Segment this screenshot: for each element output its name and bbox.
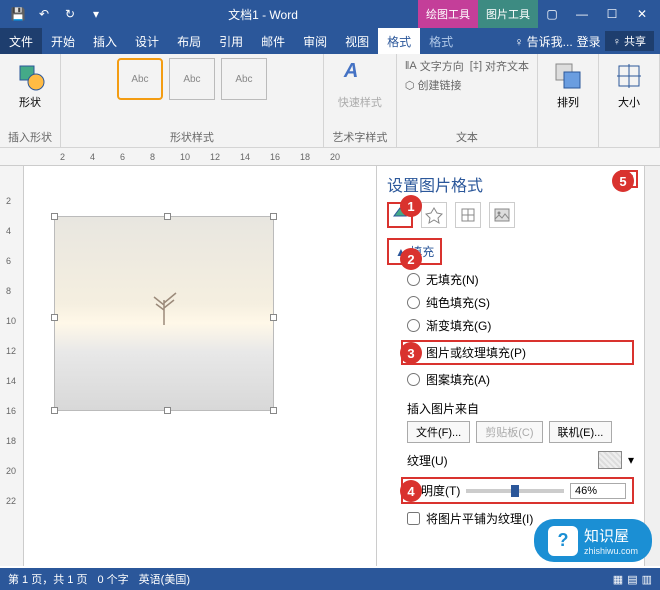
format-picture-pane: 设置图片格式 ✕ ▲ 填充 无填充(N) 纯色填充(S) 渐变填充(G) 图片或… <box>376 166 644 566</box>
transparency-row: 透明度(T) <box>401 477 634 504</box>
tab-insert[interactable]: 插入 <box>84 28 126 54</box>
tab-file[interactable]: 文件 <box>0 28 42 54</box>
tab-home[interactable]: 开始 <box>42 28 84 54</box>
ribbon-group-size: 大小 <box>599 54 660 147</box>
quick-access-toolbar: 💾 ↶ ↻ ▾ <box>0 3 108 25</box>
view-print-icon[interactable]: ▤ <box>627 573 637 586</box>
tab-format-picture[interactable]: 格式 <box>420 28 462 54</box>
texture-picker[interactable] <box>598 451 622 469</box>
context-tab-drawing[interactable]: 绘图工具 <box>418 0 478 28</box>
ribbon-group-arrange: 排列 <box>538 54 599 147</box>
texture-dropdown-icon[interactable]: ▾ <box>628 453 634 467</box>
fill-picture-radio[interactable]: 图片或纹理填充(P) <box>401 340 634 365</box>
qat-dropdown-icon[interactable]: ▾ <box>84 3 108 25</box>
annotation-marker: 4 <box>400 480 422 502</box>
ribbon-group-wordart: A 快速样式 艺术字样式 <box>324 54 397 147</box>
annotation-marker: 3 <box>400 342 422 364</box>
status-bar: 第 1 页，共 1 页 0 个字 英语(美国) ▦ ▤ ▥ <box>0 568 660 590</box>
layout-icon[interactable] <box>455 202 481 228</box>
ribbon-options-icon[interactable]: ▢ <box>538 3 566 25</box>
clipboard-button[interactable]: 剪贴板(C) <box>476 421 542 443</box>
arrange-button[interactable]: 排列 <box>546 58 590 112</box>
shapes-icon <box>14 60 46 92</box>
text-direction-button[interactable]: ‖A 文字方向 <box>405 58 464 74</box>
annotation-marker: 1 <box>400 195 422 217</box>
style-preset[interactable]: Abc <box>117 58 163 100</box>
tree-image-content <box>134 275 194 335</box>
tab-mailings[interactable]: 邮件 <box>252 28 294 54</box>
wordart-icon: A <box>344 60 376 92</box>
fill-none-radio[interactable]: 无填充(N) <box>407 271 634 288</box>
effects-icon[interactable] <box>421 202 447 228</box>
style-preset[interactable]: Abc <box>221 58 267 100</box>
tab-view[interactable]: 视图 <box>336 28 378 54</box>
status-language[interactable]: 英语(美国) <box>139 571 190 587</box>
transparency-value[interactable] <box>570 483 626 499</box>
create-link-button[interactable]: ⬡ 创建链接 <box>405 77 464 93</box>
share-button[interactable]: ♀ 共享 <box>605 31 654 51</box>
tab-format-drawing[interactable]: 格式 <box>378 28 420 54</box>
view-read-icon[interactable]: ▦ <box>613 573 623 586</box>
tab-design[interactable]: 设计 <box>126 28 168 54</box>
signin[interactable]: 登录 <box>577 33 601 50</box>
redo-icon[interactable]: ↻ <box>58 3 82 25</box>
status-page[interactable]: 第 1 页，共 1 页 <box>8 571 87 587</box>
tab-layout[interactable]: 布局 <box>168 28 210 54</box>
document-area: 24 68 1012 1416 1820 22 设置图片格式 ✕ ▲ 填充 无填… <box>0 166 660 566</box>
align-text-button[interactable]: [‡] 对齐文本 <box>470 58 529 74</box>
tab-review[interactable]: 审阅 <box>294 28 336 54</box>
undo-icon[interactable]: ↶ <box>32 3 56 25</box>
titlebar: 💾 ↶ ↻ ▾ 文档1 - Word 绘图工具 图片工具 ▢ — ☐ ✕ <box>0 0 660 28</box>
size-icon <box>613 60 645 92</box>
document-page[interactable] <box>24 166 376 566</box>
view-web-icon[interactable]: ▥ <box>642 573 652 586</box>
insert-from-label: 插入图片来自 <box>407 400 634 417</box>
arrange-icon <box>552 60 584 92</box>
close-icon[interactable]: ✕ <box>628 3 656 25</box>
ribbon-tabs: 文件 开始 插入 设计 布局 引用 邮件 审阅 视图 格式 格式 ♀ 告诉我..… <box>0 28 660 54</box>
fill-solid-radio[interactable]: 纯色填充(S) <box>407 294 634 311</box>
annotation-marker: 5 <box>612 170 634 192</box>
watermark-icon: ? <box>548 526 578 556</box>
ribbon-group-text: ‖A 文字方向 [‡] 对齐文本 ⬡ 创建链接 文本 <box>397 54 538 147</box>
tell-me[interactable]: ♀ 告诉我... <box>514 33 572 50</box>
file-button[interactable]: 文件(F)... <box>407 421 470 443</box>
quick-styles-button[interactable]: A 快速样式 <box>332 58 388 112</box>
save-icon[interactable]: 💾 <box>6 3 30 25</box>
tab-references[interactable]: 引用 <box>210 28 252 54</box>
pane-scrollbar[interactable] <box>644 166 660 566</box>
size-button[interactable]: 大小 <box>607 58 651 112</box>
annotation-marker: 2 <box>400 248 422 270</box>
ribbon-group-shapes: 形状 插入形状 <box>0 54 61 147</box>
pane-title: 设置图片格式 <box>387 172 634 196</box>
maximize-icon[interactable]: ☐ <box>598 3 626 25</box>
document-title: 文档1 - Word <box>108 6 418 23</box>
fill-pattern-radio[interactable]: 图案填充(A) <box>407 371 634 388</box>
ribbon: 形状 插入形状 Abc Abc Abc 形状样式 A 快速样式 艺术字样式 ‖A… <box>0 54 660 148</box>
selected-picture[interactable] <box>54 216 274 411</box>
window-controls: ▢ — ☐ ✕ <box>538 3 660 25</box>
shapes-button[interactable]: 形状 <box>8 58 52 112</box>
fill-gradient-radio[interactable]: 渐变填充(G) <box>407 317 634 334</box>
online-button[interactable]: 联机(E)... <box>549 421 613 443</box>
status-words[interactable]: 0 个字 <box>97 571 128 587</box>
context-tab-picture[interactable]: 图片工具 <box>478 0 538 28</box>
minimize-icon[interactable]: — <box>568 3 596 25</box>
watermark-badge: ? 知识屋 zhishiwu.com <box>534 519 652 562</box>
picture-icon[interactable] <box>489 202 515 228</box>
ribbon-group-styles: Abc Abc Abc 形状样式 <box>61 54 324 147</box>
ruler-horizontal[interactable]: 24 68 1012 1416 1820 <box>0 148 660 166</box>
ruler-vertical[interactable]: 24 68 1012 1416 1820 22 <box>0 166 24 566</box>
transparency-slider[interactable] <box>466 489 564 493</box>
texture-label: 纹理(U) <box>407 452 448 469</box>
style-preset[interactable]: Abc <box>169 58 215 100</box>
context-tabs: 绘图工具 图片工具 <box>418 0 538 28</box>
